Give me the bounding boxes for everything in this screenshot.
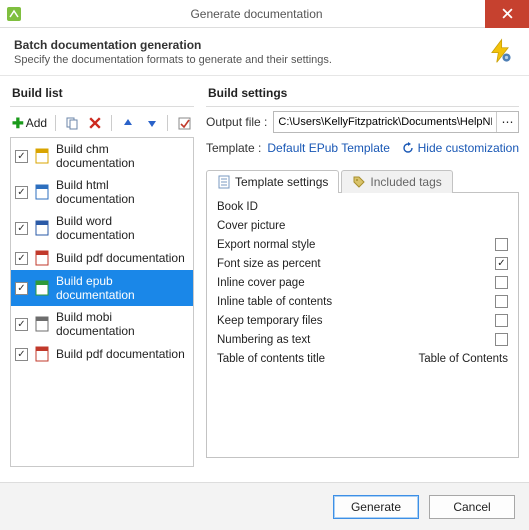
setting-label: Inline cover page — [217, 277, 495, 289]
setting-row: Table of contents titleTable of Contents — [213, 349, 512, 368]
check-all-button[interactable] — [174, 113, 194, 133]
list-item-checkbox[interactable]: ✓ — [15, 222, 28, 235]
window-title: Generate documentation — [28, 7, 485, 21]
list-item-label: Build word documentation — [56, 214, 189, 242]
list-item-checkbox[interactable]: ✓ — [15, 150, 28, 163]
setting-row: Inline cover page — [213, 273, 512, 292]
setting-checkbox[interactable] — [495, 314, 508, 327]
doc-type-icon — [34, 184, 50, 200]
hide-customization-link[interactable]: Hide customization — [402, 141, 519, 155]
setting-label: Font size as percent — [217, 258, 495, 270]
list-item-label: Build pdf documentation — [56, 347, 185, 361]
doc-type-icon — [34, 316, 50, 332]
template-settings-panel: Book ID Cover picture Export normal style F… — [206, 193, 519, 458]
template-icon — [217, 175, 231, 189]
duplicate-button[interactable] — [62, 113, 82, 133]
list-item-checkbox[interactable]: ✓ — [15, 186, 28, 199]
list-item[interactable]: ✓ Build word documentation — [11, 210, 193, 246]
setting-row: Font size as percent✓ — [213, 254, 512, 273]
list-item-checkbox[interactable]: ✓ — [15, 282, 28, 295]
refresh-icon — [402, 142, 414, 154]
output-file-input[interactable] — [274, 112, 496, 132]
close-icon — [502, 8, 513, 19]
move-up-button[interactable] — [118, 113, 138, 133]
template-label: Template : — [206, 141, 261, 155]
list-item-label: Build pdf documentation — [56, 251, 185, 265]
setting-checkbox[interactable] — [495, 295, 508, 308]
close-button[interactable] — [485, 0, 529, 28]
list-item-label: Build epub documentation — [56, 274, 189, 302]
setting-value: Table of Contents — [418, 353, 508, 365]
setting-label: Table of contents title — [217, 353, 418, 365]
list-item-checkbox[interactable]: ✓ — [15, 348, 28, 361]
list-item-label: Build html documentation — [56, 178, 189, 206]
build-list[interactable]: ✓ Build chm documentation ✓ Build html docu… — [10, 137, 194, 467]
app-icon — [0, 0, 28, 28]
list-item[interactable]: ✓ Build mobi documentation — [11, 306, 193, 342]
setting-label: Numbering as text — [217, 334, 495, 346]
header-subtitle: Specify the documentation formats to gen… — [14, 54, 487, 66]
setting-label: Export normal style — [217, 239, 495, 251]
build-list-toolbar: ✚ Add — [10, 111, 194, 137]
setting-label: Book ID — [217, 201, 508, 213]
setting-label: Cover picture — [217, 220, 508, 232]
list-item-label: Build chm documentation — [56, 142, 189, 170]
list-item-checkbox[interactable]: ✓ — [15, 252, 28, 265]
delete-button[interactable] — [86, 113, 106, 133]
setting-row: Inline table of contents — [213, 292, 512, 311]
setting-checkbox[interactable]: ✓ — [495, 257, 508, 270]
tab-included-tags[interactable]: Included tags — [341, 170, 452, 193]
setting-row: Keep temporary files — [213, 311, 512, 330]
build-settings-title: Build settings — [208, 86, 519, 100]
setting-row: Book ID — [213, 197, 512, 216]
list-item[interactable]: ✓ Build pdf documentation — [11, 342, 193, 366]
doc-type-icon — [34, 280, 50, 296]
list-item[interactable]: ✓ Build html documentation — [11, 174, 193, 210]
list-item[interactable]: ✓ Build pdf documentation — [11, 246, 193, 270]
setting-checkbox[interactable] — [495, 333, 508, 346]
list-item[interactable]: ✓ Build chm documentation — [11, 138, 193, 174]
generate-button[interactable]: Generate — [333, 495, 419, 519]
list-item[interactable]: ✓ Build epub documentation — [11, 270, 193, 306]
add-button[interactable]: ✚ Add — [10, 115, 49, 132]
header-title: Batch documentation generation — [14, 38, 487, 52]
move-down-button[interactable] — [142, 113, 162, 133]
list-item-label: Build mobi documentation — [56, 310, 189, 338]
doc-type-icon — [34, 220, 50, 236]
setting-checkbox[interactable] — [495, 238, 508, 251]
doc-type-icon — [34, 148, 50, 164]
setting-row: Cover picture — [213, 216, 512, 235]
build-list-title: Build list — [12, 86, 194, 100]
browse-button[interactable]: ⋯ — [496, 112, 518, 132]
add-label: Add — [26, 116, 47, 130]
setting-checkbox[interactable] — [495, 276, 508, 289]
template-link[interactable]: Default EPub Template — [267, 141, 390, 155]
wizard-icon — [487, 38, 515, 67]
setting-row: Numbering as text — [213, 330, 512, 349]
setting-row: Export normal style — [213, 235, 512, 254]
setting-label: Inline table of contents — [217, 296, 495, 308]
tab-template-settings[interactable]: Template settings — [206, 170, 339, 193]
list-item-checkbox[interactable]: ✓ — [15, 318, 28, 331]
doc-type-icon — [34, 250, 50, 266]
tags-icon — [352, 175, 366, 189]
output-file-label: Output file : — [206, 115, 267, 129]
plus-icon: ✚ — [12, 115, 24, 132]
setting-label: Keep temporary files — [217, 315, 495, 327]
doc-type-icon — [34, 346, 50, 362]
cancel-button[interactable]: Cancel — [429, 495, 515, 519]
